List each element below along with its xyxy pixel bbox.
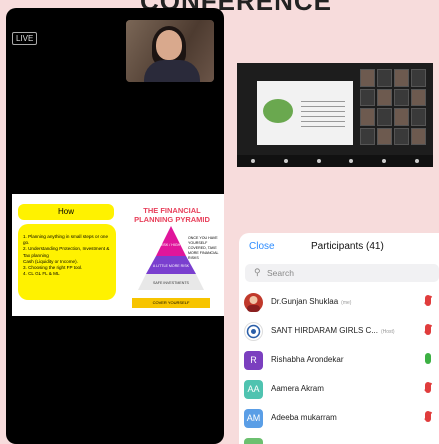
participant-row[interactable]: AA Aamera Akram: [239, 378, 439, 400]
avatar: [244, 322, 263, 341]
video-tile: [360, 108, 375, 126]
participant-name: Aamera Akram: [271, 384, 324, 393]
toolbar-icon: [283, 159, 288, 163]
mic-muted-icon[interactable]: [425, 411, 431, 422]
pyramid-top: [156, 226, 186, 256]
pyramid-middle-label: A LITTLE MORE RISK: [153, 264, 190, 268]
toolbar-icon: [349, 159, 354, 163]
mic-muted-icon[interactable]: [425, 324, 431, 335]
video-tile: [411, 108, 426, 126]
participant-name: Rishabha Arondekar: [271, 355, 344, 364]
mic-muted-icon[interactable]: [425, 295, 431, 306]
pyramid-base: COVER YOURSELF: [132, 298, 210, 308]
participant-name: SANT HIRDARAM GIRLS C... (Host): [271, 326, 395, 335]
shared-slide: How 1. Planning anything in small steps …: [12, 194, 224, 316]
video-tile: [377, 69, 392, 87]
pyramid-lower-label: SAFE INVESTMENTS: [153, 281, 190, 285]
participants-title: Participants (41): [311, 241, 384, 252]
video-tile: [377, 127, 392, 145]
grid-shared-slide: [257, 81, 353, 145]
live-badge: LIVE: [12, 32, 38, 45]
meeting-video-panel: LIVE How 1. Planning anything in small s…: [6, 8, 224, 444]
video-tile: [411, 69, 426, 87]
toolbar-icon: [414, 159, 419, 163]
avatar: R: [244, 351, 263, 370]
participant-row[interactable]: Dr.Gunjan Shuklaa (me): [239, 291, 439, 313]
video-tile: [411, 88, 426, 106]
video-tile: [394, 127, 409, 145]
avatar: AA: [244, 380, 263, 399]
person-photo-icon: [247, 296, 260, 312]
search-placeholder: Search: [267, 268, 294, 278]
participant-row[interactable]: AM Adeeba mukarram: [239, 407, 439, 429]
video-tile: [394, 88, 409, 106]
video-tile: [360, 69, 375, 87]
participant-row[interactable]: SANT HIRDARAM GIRLS C... (Host): [239, 320, 439, 342]
avatar: AM: [244, 409, 263, 428]
close-button[interactable]: Close: [249, 241, 275, 252]
mic-muted-icon[interactable]: [425, 382, 431, 393]
speaker-video-thumbnail[interactable]: [126, 20, 214, 82]
video-tile: [394, 108, 409, 126]
college-logo-icon: [246, 324, 261, 339]
participant-tiles: [360, 69, 426, 145]
participant-name: Adeeba mukarram: [271, 413, 337, 422]
video-tile: [360, 88, 375, 106]
mic-on-icon[interactable]: [425, 353, 431, 364]
participant-name: Dr.Gunjan Shuklaa (me): [271, 297, 352, 306]
participants-header: Close Participants (41): [239, 233, 439, 259]
search-input[interactable]: ⚲ Search: [245, 264, 439, 282]
video-tile: [377, 88, 392, 106]
toolbar-icon: [381, 159, 386, 163]
participant-row[interactable]: R Rishabha Arondekar: [239, 349, 439, 371]
avatar: [244, 293, 263, 312]
avatar: [244, 438, 263, 444]
video-tile: [411, 127, 426, 145]
video-tile: [377, 108, 392, 126]
meeting-toolbar: [237, 155, 433, 167]
participant-row[interactable]: [239, 436, 439, 444]
participants-panel: Close Participants (41) ⚲ Search Dr.Gunj…: [239, 233, 439, 444]
video-tile: [360, 127, 375, 145]
pyramid-note: ONCE YOU HAVE YOURSELF COVERED, TAKE MOR…: [188, 236, 219, 260]
search-icon: ⚲: [254, 267, 261, 277]
toolbar-icon: [316, 159, 321, 163]
toolbar-icon: [251, 159, 256, 163]
video-tile: [394, 69, 409, 87]
gallery-view-screenshot: [237, 63, 433, 167]
